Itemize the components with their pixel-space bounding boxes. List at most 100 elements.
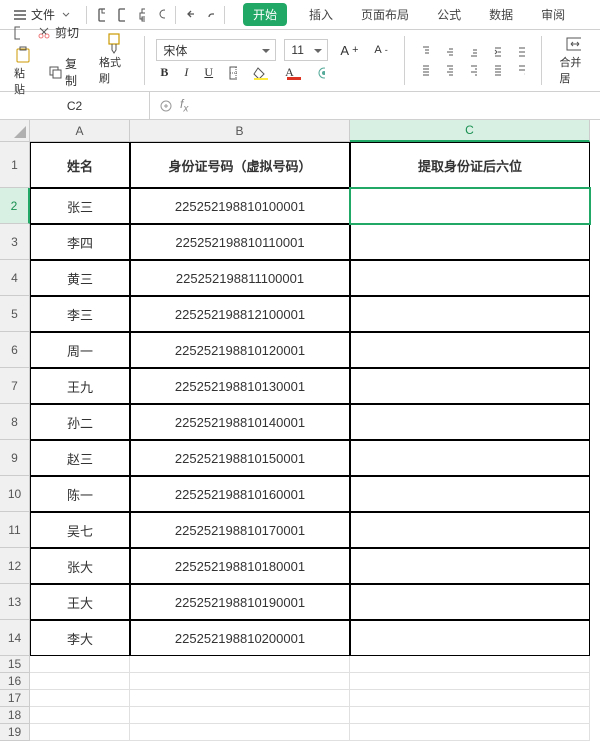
cell[interactable] [350, 476, 590, 512]
cell[interactable] [350, 690, 590, 707]
cell[interactable] [350, 724, 590, 741]
italic-button[interactable]: I [180, 63, 192, 82]
row-header[interactable]: 16 [0, 673, 30, 690]
cell[interactable] [350, 440, 590, 476]
cell[interactable] [350, 404, 590, 440]
cell[interactable] [350, 260, 590, 296]
row-header[interactable]: 12 [0, 548, 30, 584]
bold-button[interactable]: B [156, 63, 172, 82]
align-center-icon[interactable] [441, 62, 457, 78]
new-icon[interactable] [8, 25, 24, 41]
saveas-icon[interactable] [113, 7, 129, 23]
row-header[interactable]: 4 [0, 260, 30, 296]
cell[interactable] [350, 656, 590, 673]
row-header[interactable]: 9 [0, 440, 30, 476]
select-all-corner[interactable] [0, 120, 30, 142]
undo-icon[interactable] [182, 7, 198, 23]
cell[interactable]: 陈一 [30, 476, 130, 512]
cell[interactable]: 身份证号码（虚拟号码） [130, 142, 350, 188]
preview-icon[interactable] [153, 7, 169, 23]
cell[interactable] [350, 224, 590, 260]
format-painter-button[interactable]: 格式刷 [93, 34, 132, 87]
cell[interactable]: 提取身份证后六位 [350, 142, 590, 188]
expand-fx-icon[interactable] [158, 98, 174, 114]
cell[interactable]: 225252198810140001 [130, 404, 350, 440]
row-header[interactable]: 18 [0, 707, 30, 724]
align-left-icon[interactable] [417, 62, 433, 78]
indent-left-icon[interactable] [489, 44, 505, 60]
cell[interactable]: 王九 [30, 368, 130, 404]
cell[interactable] [130, 707, 350, 724]
cell[interactable] [30, 656, 130, 673]
tab-insert[interactable]: 插入 [303, 3, 339, 26]
cell[interactable]: 赵三 [30, 440, 130, 476]
cell[interactable]: 225252198810160001 [130, 476, 350, 512]
cell[interactable] [350, 620, 590, 656]
underline-button[interactable]: U [200, 63, 217, 82]
cell[interactable]: 周一 [30, 332, 130, 368]
row-header[interactable]: 10 [0, 476, 30, 512]
cell[interactable]: 225252198811100001 [130, 260, 350, 296]
cell[interactable] [350, 673, 590, 690]
cell[interactable]: 张大 [30, 548, 130, 584]
row-header[interactable]: 1 [0, 142, 30, 188]
row-header[interactable]: 7 [0, 368, 30, 404]
cell[interactable] [130, 656, 350, 673]
cell[interactable]: 225252198810110001 [130, 224, 350, 260]
cell[interactable] [350, 548, 590, 584]
font-color-button[interactable]: A [281, 63, 305, 82]
cell[interactable]: 吴七 [30, 512, 130, 548]
cell[interactable] [30, 707, 130, 724]
font-name-select[interactable]: 宋体 [156, 39, 276, 61]
justify-icon[interactable] [489, 62, 505, 78]
cell[interactable]: 225252198810170001 [130, 512, 350, 548]
cell[interactable]: 李大 [30, 620, 130, 656]
cell[interactable]: 黄三 [30, 260, 130, 296]
cell[interactable]: 225252198810200001 [130, 620, 350, 656]
cell[interactable]: 225252198810130001 [130, 368, 350, 404]
cell[interactable] [130, 673, 350, 690]
cell[interactable]: 李四 [30, 224, 130, 260]
cell[interactable]: 张三 [30, 188, 130, 224]
fill-color-button[interactable] [249, 64, 273, 82]
decrease-font-icon[interactable]: A- [370, 42, 391, 58]
row-header[interactable]: 2 [0, 188, 30, 224]
font-size-select[interactable]: 11 [284, 39, 328, 61]
row-header[interactable]: 15 [0, 656, 30, 673]
cell[interactable]: 225252198812100001 [130, 296, 350, 332]
row-header[interactable]: 5 [0, 296, 30, 332]
tab-review[interactable]: 审阅 [535, 3, 571, 26]
cell[interactable] [350, 332, 590, 368]
cell[interactable]: 孙二 [30, 404, 130, 440]
fx-icon[interactable]: fx [180, 97, 188, 114]
cell[interactable]: 225252198810120001 [130, 332, 350, 368]
row-header[interactable]: 17 [0, 690, 30, 707]
redo-icon[interactable] [202, 7, 218, 23]
cell[interactable]: 225252198810190001 [130, 584, 350, 620]
column-header-B[interactable]: B [130, 120, 350, 142]
cut-button[interactable]: 剪切 [32, 22, 83, 43]
tab-data[interactable]: 数据 [483, 3, 519, 26]
cell[interactable]: 李三 [30, 296, 130, 332]
cell-reference-box[interactable]: C2 [0, 92, 150, 119]
effects-button[interactable] [313, 65, 329, 81]
cell[interactable] [350, 707, 590, 724]
copy-button[interactable]: 复制 [44, 53, 83, 91]
border-button[interactable] [225, 65, 241, 81]
wrap-text-icon[interactable] [513, 62, 529, 78]
row-header[interactable]: 14 [0, 620, 30, 656]
align-top-icon[interactable] [417, 44, 433, 60]
tab-formula[interactable]: 公式 [431, 3, 467, 26]
row-header[interactable]: 3 [0, 224, 30, 260]
formula-input[interactable] [194, 96, 592, 116]
row-header[interactable]: 6 [0, 332, 30, 368]
cell[interactable] [350, 368, 590, 404]
save-icon[interactable] [93, 7, 109, 23]
cell[interactable] [30, 690, 130, 707]
merge-button[interactable]: 合并居 [553, 34, 592, 87]
cell[interactable]: 225252198810180001 [130, 548, 350, 584]
indent-right-icon[interactable] [513, 44, 529, 60]
align-right-icon[interactable] [465, 62, 481, 78]
column-header-C[interactable]: C [350, 120, 590, 142]
paste-button[interactable]: 粘贴 [8, 45, 36, 99]
